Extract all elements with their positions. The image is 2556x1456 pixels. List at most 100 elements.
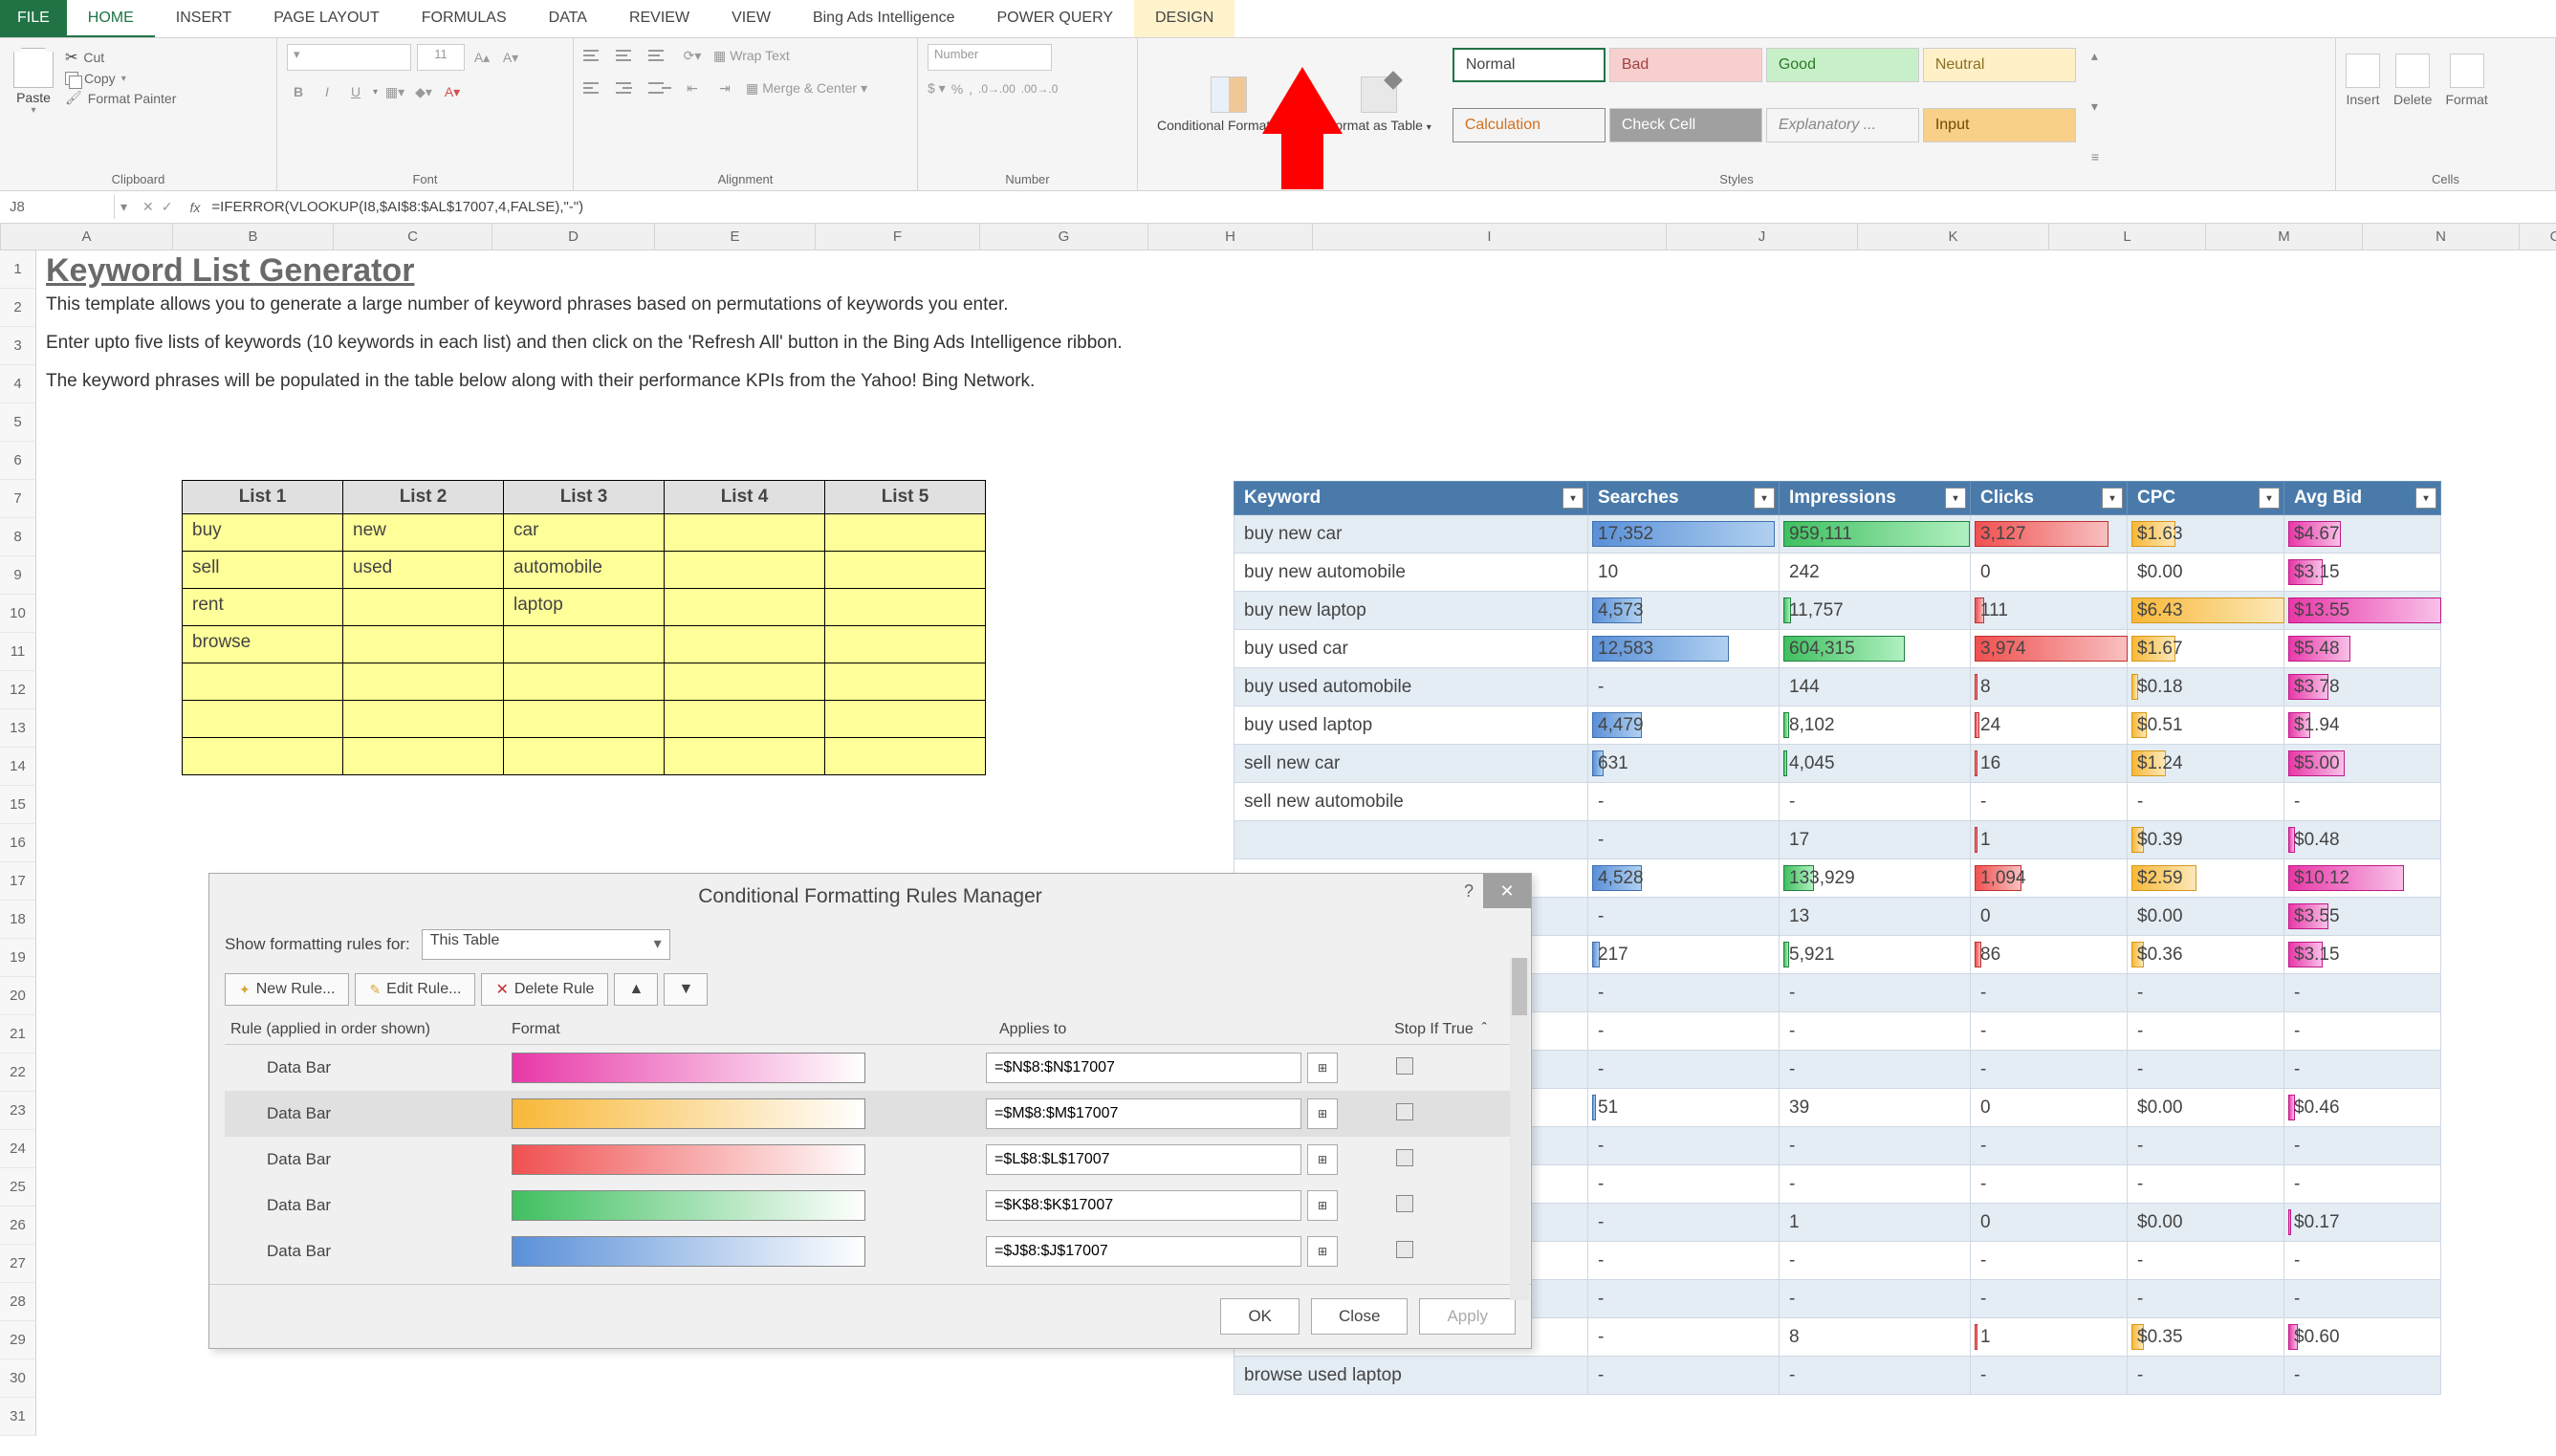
comma-button[interactable]: , bbox=[969, 81, 972, 97]
tab-design[interactable]: DESIGN bbox=[1134, 0, 1234, 37]
row-header-19[interactable]: 19 bbox=[0, 939, 36, 977]
cut-button[interactable]: ✂Cut bbox=[65, 48, 176, 67]
kl-cell[interactable]: new bbox=[343, 514, 504, 552]
rule-row[interactable]: Data Bar⊞ bbox=[225, 1228, 1516, 1274]
kl-cell[interactable] bbox=[343, 663, 504, 701]
rule-row[interactable]: Data Bar⊞ bbox=[225, 1091, 1516, 1137]
filter-dropdown-icon[interactable]: ▾ bbox=[2259, 488, 2280, 509]
align-right-button[interactable] bbox=[648, 76, 671, 99]
row-header-15[interactable]: 15 bbox=[0, 786, 36, 824]
rule-applies-input[interactable] bbox=[986, 1144, 1301, 1175]
row-header-31[interactable]: 31 bbox=[0, 1398, 36, 1436]
style-calculation[interactable]: Calculation bbox=[1453, 108, 1606, 142]
formula-input[interactable]: =IFERROR(VLOOKUP(I8,$AI$8:$AL$17007,4,FA… bbox=[208, 195, 2556, 219]
decrease-indent-button[interactable]: ⇤ bbox=[681, 76, 704, 99]
column-header-D[interactable]: D bbox=[492, 224, 655, 250]
rule-row[interactable]: Data Bar⊞ bbox=[225, 1183, 1516, 1228]
increase-decimal-button[interactable]: .0→.00 bbox=[978, 82, 1016, 96]
column-header-B[interactable]: B bbox=[173, 224, 334, 250]
new-rule-button[interactable]: ✦New Rule... bbox=[225, 973, 349, 1006]
kl-cell[interactable] bbox=[665, 589, 825, 626]
font-name-select[interactable]: ▾ bbox=[287, 44, 411, 71]
row-header-29[interactable]: 29 bbox=[0, 1321, 36, 1359]
kl-cell[interactable] bbox=[504, 663, 665, 701]
kl-cell[interactable] bbox=[665, 552, 825, 589]
align-top-button[interactable] bbox=[583, 44, 606, 67]
cell-styles-gallery[interactable]: Normal Bad Good Neutral Calculation Chec… bbox=[1449, 44, 2080, 168]
tab-insert[interactable]: INSERT bbox=[155, 0, 252, 37]
row-header-10[interactable]: 10 bbox=[0, 595, 36, 633]
align-center-button[interactable] bbox=[616, 76, 639, 99]
tab-home[interactable]: HOME bbox=[67, 0, 155, 37]
kl-cell[interactable]: automobile bbox=[504, 552, 665, 589]
kl-cell[interactable] bbox=[343, 589, 504, 626]
kl-cell[interactable] bbox=[825, 663, 986, 701]
name-box[interactable]: J8 bbox=[0, 195, 115, 219]
delete-rule-button[interactable]: ✕Delete Rule bbox=[481, 973, 608, 1006]
kl-cell[interactable] bbox=[825, 589, 986, 626]
table-row[interactable]: buy new laptop4,57311,757111$6.43$13.55 bbox=[1234, 592, 2441, 630]
rule-row[interactable]: Data Bar⊞ bbox=[225, 1137, 1516, 1183]
row-header-11[interactable]: 11 bbox=[0, 633, 36, 671]
row-header-1[interactable]: 1 bbox=[0, 250, 36, 289]
copy-button[interactable]: Copy▾ bbox=[65, 71, 176, 86]
row-header-30[interactable]: 30 bbox=[0, 1359, 36, 1398]
column-header-M[interactable]: M bbox=[2206, 224, 2363, 250]
underline-button[interactable]: U bbox=[344, 80, 367, 103]
filter-dropdown-icon[interactable]: ▾ bbox=[1754, 488, 1775, 509]
rule-applies-input[interactable] bbox=[986, 1098, 1301, 1129]
dialog-help-button[interactable]: ? bbox=[1464, 881, 1474, 902]
column-header-O[interactable]: O bbox=[2520, 224, 2556, 250]
move-rule-up-button[interactable]: ▲ bbox=[614, 973, 658, 1006]
row-header-23[interactable]: 23 bbox=[0, 1092, 36, 1130]
column-header-J[interactable]: J bbox=[1667, 224, 1858, 250]
move-rule-down-button[interactable]: ▼ bbox=[664, 973, 708, 1006]
row-header-13[interactable]: 13 bbox=[0, 709, 36, 748]
row-header-16[interactable]: 16 bbox=[0, 824, 36, 862]
table-row[interactable]: buy new car17,352959,1113,127$1.63$4.67 bbox=[1234, 515, 2441, 554]
filter-dropdown-icon[interactable]: ▾ bbox=[2102, 488, 2123, 509]
delete-cells-button[interactable]: Delete bbox=[2393, 54, 2432, 168]
column-header-N[interactable]: N bbox=[2363, 224, 2520, 250]
table-row[interactable]: browse used laptop----- bbox=[1234, 1357, 2441, 1395]
rules-scrollbar[interactable] bbox=[1510, 958, 1529, 1300]
filter-dropdown-icon[interactable]: ▾ bbox=[1562, 488, 1584, 509]
range-selector-button[interactable]: ⊞ bbox=[1307, 1236, 1338, 1267]
cancel-formula-button[interactable]: ✕ bbox=[142, 199, 154, 215]
stop-if-true-checkbox[interactable] bbox=[1396, 1057, 1413, 1075]
rule-applies-input[interactable] bbox=[986, 1053, 1301, 1083]
filter-dropdown-icon[interactable]: ▾ bbox=[1945, 488, 1966, 509]
kl-cell[interactable] bbox=[665, 701, 825, 738]
kl-cell[interactable] bbox=[825, 514, 986, 552]
font-color-button[interactable]: A▾ bbox=[441, 80, 464, 103]
kl-cell[interactable] bbox=[825, 552, 986, 589]
row-header-8[interactable]: 8 bbox=[0, 518, 36, 556]
tab-view[interactable]: VIEW bbox=[710, 0, 792, 37]
font-size-select[interactable]: 11 bbox=[417, 44, 465, 71]
enter-formula-button[interactable]: ✓ bbox=[162, 199, 173, 215]
align-left-button[interactable] bbox=[583, 76, 606, 99]
column-header-K[interactable]: K bbox=[1858, 224, 2049, 250]
accounting-button[interactable]: $ ▾ bbox=[928, 80, 946, 97]
table-row[interactable]: buy used laptop4,4798,10224$0.51$1.94 bbox=[1234, 706, 2441, 745]
stop-if-true-checkbox[interactable] bbox=[1396, 1103, 1413, 1120]
table-row[interactable]: buy new automobile102420$0.00$3.15 bbox=[1234, 554, 2441, 592]
kl-cell[interactable] bbox=[343, 738, 504, 775]
style-explanatory[interactable]: Explanatory ... bbox=[1766, 108, 1919, 142]
kl-cell[interactable] bbox=[665, 626, 825, 663]
kl-cell[interactable]: sell bbox=[183, 552, 343, 589]
column-header-H[interactable]: H bbox=[1148, 224, 1313, 250]
bold-button[interactable]: B bbox=[287, 80, 310, 103]
range-selector-button[interactable]: ⊞ bbox=[1307, 1190, 1338, 1221]
range-selector-button[interactable]: ⊞ bbox=[1307, 1098, 1338, 1129]
row-header-21[interactable]: 21 bbox=[0, 1015, 36, 1054]
dialog-close-button[interactable]: ✕ bbox=[1483, 874, 1531, 908]
row-header-24[interactable]: 24 bbox=[0, 1130, 36, 1168]
increase-font-button[interactable]: A▴ bbox=[470, 46, 493, 69]
stop-if-true-checkbox[interactable] bbox=[1396, 1149, 1413, 1166]
style-normal[interactable]: Normal bbox=[1453, 48, 1606, 82]
table-row[interactable]: buy used automobile-1448$0.18$3.78 bbox=[1234, 668, 2441, 706]
styles-scroll[interactable]: ▴▾≡ bbox=[2087, 44, 2103, 168]
format-cells-button[interactable]: Format bbox=[2445, 54, 2487, 168]
row-header-20[interactable]: 20 bbox=[0, 977, 36, 1015]
